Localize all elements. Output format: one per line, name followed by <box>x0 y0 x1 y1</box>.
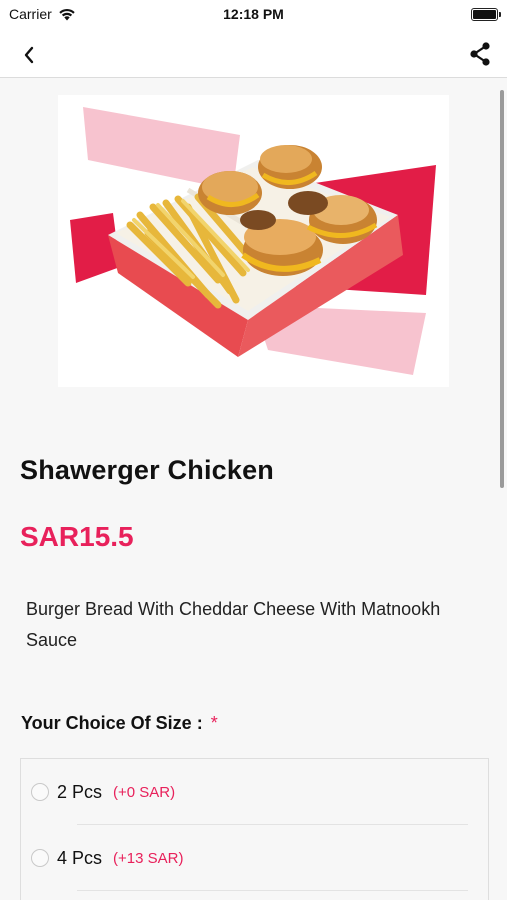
nav-bar <box>0 30 507 78</box>
share-button[interactable] <box>465 39 495 69</box>
option-extra-price: (+13 SAR) <box>113 849 184 867</box>
radio-button[interactable] <box>31 783 49 801</box>
required-marker: * <box>210 713 218 733</box>
share-icon <box>470 42 490 66</box>
product-title: Shawerger Chicken <box>20 455 274 485</box>
size-option-2pcs[interactable]: 2 Pcs (+0 SAR) <box>21 759 488 825</box>
status-time: 12:18 PM <box>223 6 284 22</box>
product-image <box>58 95 449 387</box>
option-extra-price: (+0 SAR) <box>113 783 176 801</box>
radio-button[interactable] <box>31 849 49 867</box>
option-label: 2 Pcs <box>57 781 103 802</box>
size-option-4pcs[interactable]: 4 Pcs (+13 SAR) <box>21 825 488 891</box>
size-section-title: Your Choice Of Size : <box>21 713 203 733</box>
product-price: SAR15.5 <box>20 521 134 552</box>
chevron-left-icon <box>24 46 34 64</box>
product-illustration <box>70 107 436 375</box>
size-options: 2 Pcs (+0 SAR) 4 Pcs (+13 SAR) <box>20 758 489 900</box>
option-label: 4 Pcs <box>57 847 103 868</box>
status-bar: Carrier 12:18 PM <box>0 0 507 30</box>
back-button[interactable] <box>14 40 44 70</box>
option-divider <box>77 890 468 891</box>
size-section-label: Your Choice Of Size : * <box>21 713 218 734</box>
product-description: Burger Bread With Cheddar Cheese With Ma… <box>26 599 441 650</box>
scroll-indicator[interactable] <box>500 90 504 488</box>
battery-icon <box>471 8 501 21</box>
